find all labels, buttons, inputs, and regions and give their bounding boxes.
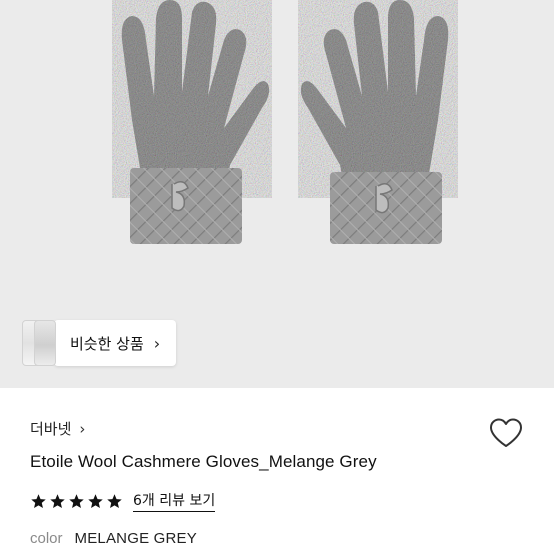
chevron-right-icon: › bbox=[153, 333, 161, 353]
star-filled-icon bbox=[107, 493, 122, 508]
star-filled-icon bbox=[50, 493, 65, 508]
star-filled-icon bbox=[31, 493, 46, 508]
brand-link[interactable]: 더바넷 › bbox=[30, 418, 85, 439]
color-value: MELANGE GREY bbox=[74, 530, 197, 547]
similar-thumbnails bbox=[22, 320, 56, 366]
rating-row: 6개 리뷰 보기 bbox=[30, 490, 216, 512]
right-glove-image bbox=[300, 0, 449, 244]
product-title: Etoile Wool Cashmere Gloves_Melange Grey bbox=[30, 452, 377, 471]
color-option: color MELANGE GREY bbox=[30, 530, 197, 547]
brand-name: 더바넷 bbox=[30, 420, 72, 438]
product-image[interactable]: 비슷한 상품 › bbox=[0, 0, 554, 388]
similar-products-pill[interactable]: 비슷한 상품 › bbox=[54, 320, 177, 366]
star-filled-icon bbox=[88, 493, 103, 508]
heart-outline-icon[interactable] bbox=[488, 417, 524, 449]
similar-products-label: 비슷한 상품 bbox=[70, 334, 144, 353]
chevron-right-icon: › bbox=[79, 419, 86, 438]
star-rating bbox=[30, 493, 125, 510]
thumbnail bbox=[34, 320, 56, 366]
color-label: color bbox=[30, 530, 63, 547]
similar-products-button[interactable]: 비슷한 상품 › bbox=[22, 320, 177, 366]
star-filled-icon bbox=[69, 493, 84, 508]
review-link[interactable]: 6개 리뷰 보기 bbox=[133, 490, 216, 512]
left-glove-image bbox=[121, 0, 270, 244]
